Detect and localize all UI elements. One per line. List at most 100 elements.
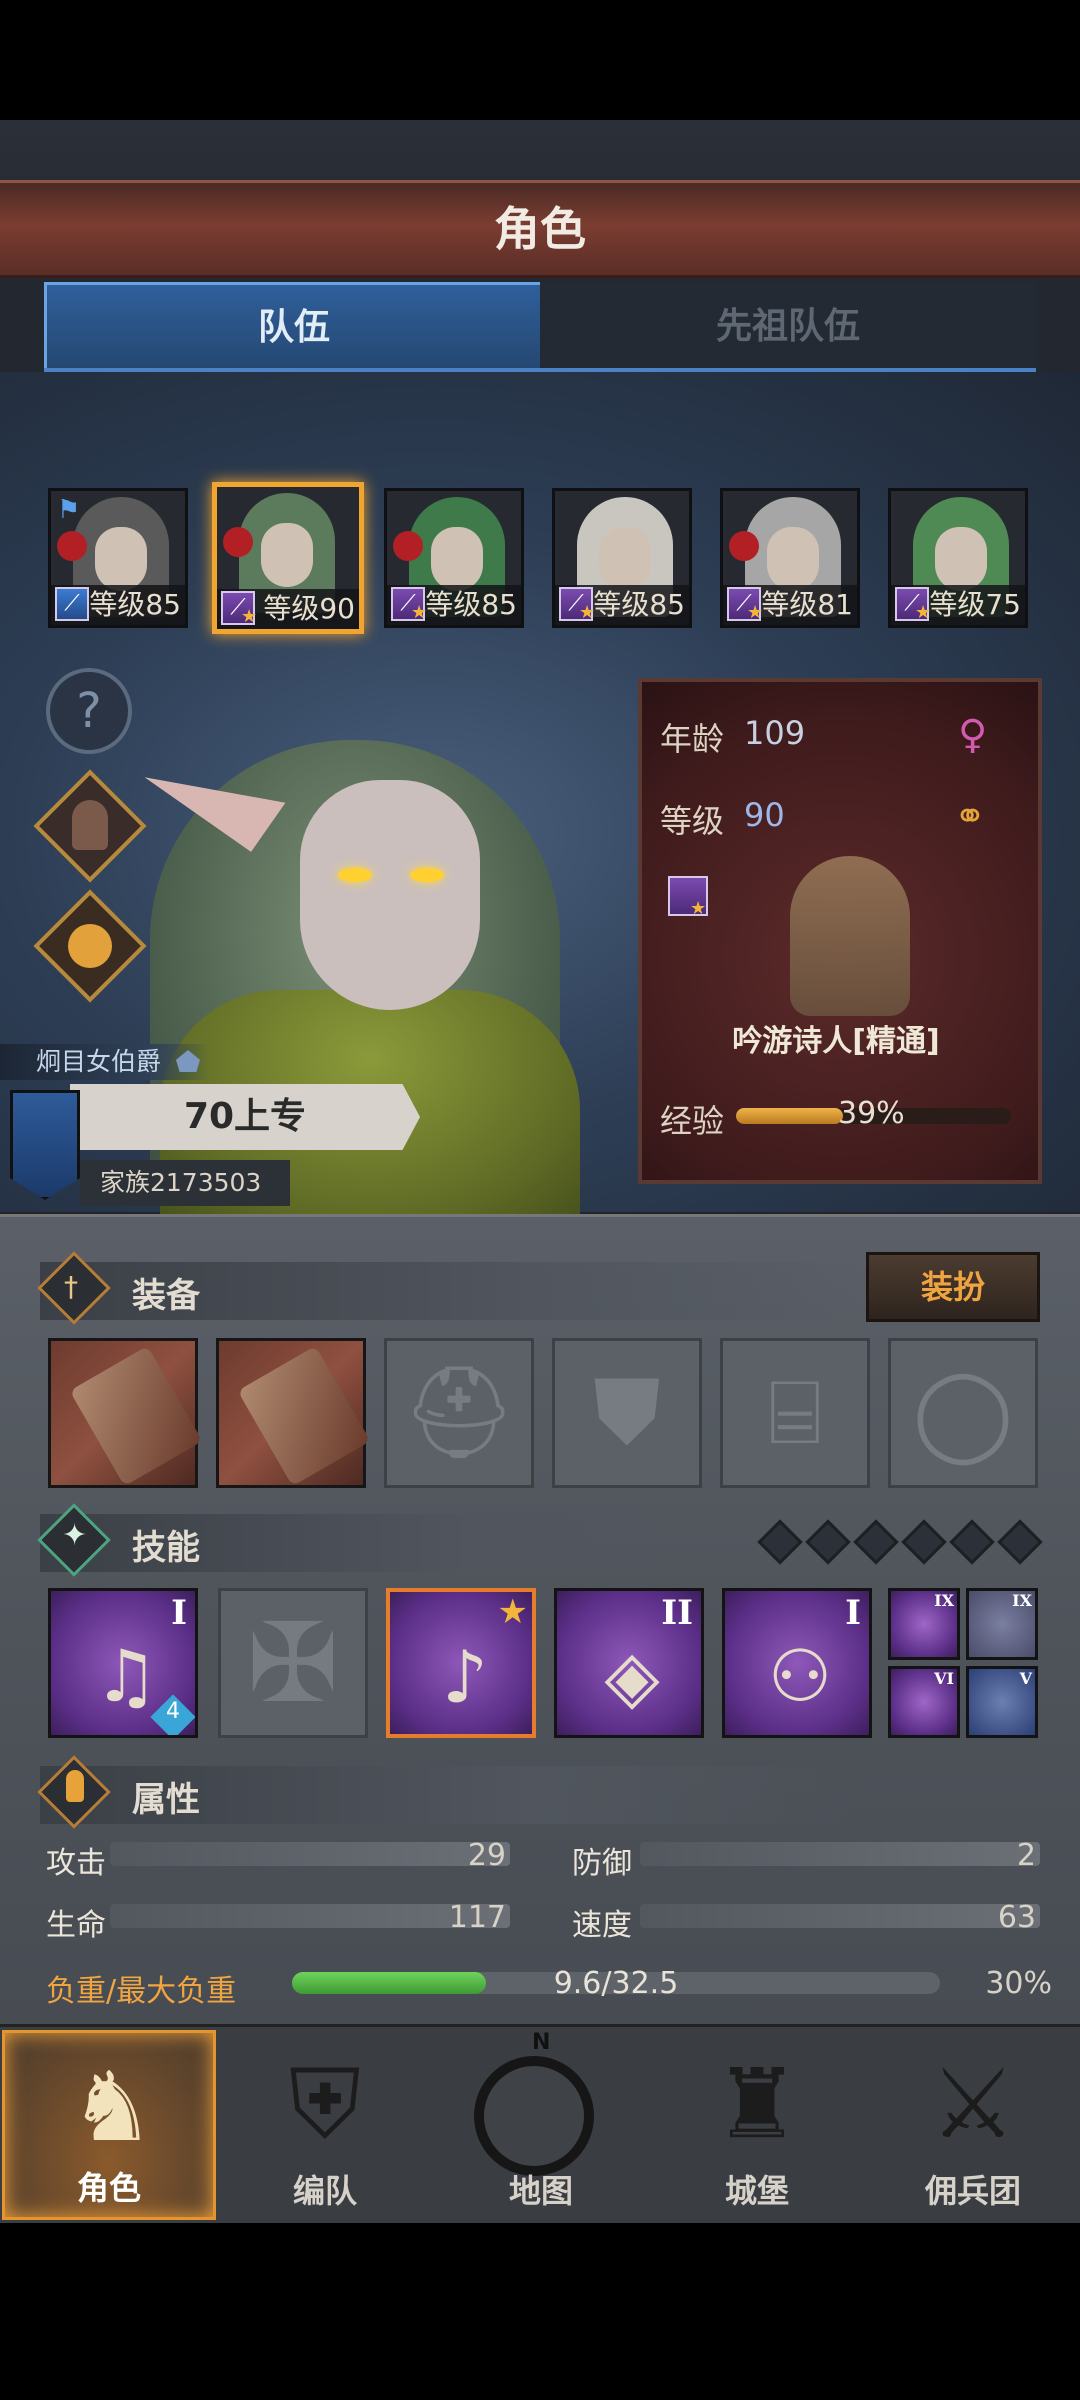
rings-icon[interactable]: ⚭ (954, 794, 986, 838)
class-icon: ⟋ (55, 587, 89, 621)
compass-north: N (532, 2030, 551, 2055)
attack-label: 攻击 (46, 1846, 106, 1881)
crystal-music-icon: ♪ (442, 1635, 488, 1719)
passive-skill-3[interactable]: VI (888, 1666, 960, 1738)
tab-ancestor-team-label: 先祖队伍 (715, 306, 860, 347)
sword-glyph: † (64, 1270, 78, 1303)
roster-portrait[interactable]: 等级85 ⟋ ★ (384, 488, 524, 628)
nav-label: 城堡 (724, 2172, 789, 2210)
attack-value: 29 (467, 1838, 506, 1873)
character-face (300, 780, 480, 1010)
status-icon (223, 527, 253, 557)
level-value: 90 (744, 796, 785, 834)
status-icon (57, 531, 87, 561)
passive-skill-1[interactable]: IX (888, 1588, 960, 1660)
skill-slot-empty[interactable]: ✠ (218, 1588, 368, 1738)
skill-rank: I (171, 1593, 187, 1633)
family-text: 家族2173503 (100, 1168, 262, 1197)
passive-skill-4[interactable]: V (966, 1666, 1038, 1738)
nav-character[interactable]: ♞ 角色 (2, 2030, 216, 2220)
attributes-glyph (66, 1770, 84, 1802)
skill-slot-3[interactable]: ♪ ★ (386, 1588, 536, 1738)
exp-label: 经验 (660, 1102, 725, 1140)
skill-star-glyph: ✦ (62, 1518, 88, 1553)
exp-bar-fill (736, 1108, 844, 1124)
page-title: 角色 (494, 202, 586, 256)
skill-slot-1[interactable]: I ♫ 4 (48, 1588, 198, 1738)
equipment-slot-boots[interactable]: ⌸ (720, 1338, 870, 1488)
rank-text: 70上专 (183, 1096, 307, 1137)
tab-team-label: 队伍 (257, 307, 330, 348)
equipment-slot-weapon-1[interactable] (48, 1338, 198, 1488)
skill-slot-5[interactable]: I ⚇ (722, 1588, 872, 1738)
portrait-face (599, 527, 651, 591)
star-icon: ★ (747, 602, 764, 623)
nav-label: 佣兵团 (924, 2172, 1021, 2210)
passive-rank: IX (1012, 1591, 1032, 1610)
status-icon (729, 531, 759, 561)
nav-mercenaries[interactable]: ⚔ 佣兵团 (866, 2030, 1080, 2220)
character-eye-left (338, 868, 372, 882)
star-icon: ★ (241, 606, 258, 627)
potion-shape (68, 924, 112, 968)
class-figure-image (790, 856, 910, 1016)
helmet-icon: ⛨ (289, 2048, 361, 2160)
exp-percent: 39% (838, 1096, 905, 1131)
skill-slot-4[interactable]: II ◈ (554, 1588, 704, 1738)
nav-map[interactable]: N 地图 (434, 2030, 648, 2220)
roster-portrait[interactable]: ⚑ 等级85 ⟋ (48, 488, 188, 628)
tab-team[interactable]: 队伍 (44, 282, 544, 375)
character-silhouette-icon[interactable] (33, 769, 147, 883)
crystal-icon: ◈ (604, 1634, 660, 1718)
passive-rank: IX (934, 1591, 954, 1610)
title-bar: 角色 (0, 180, 1080, 278)
level-label: 等级 (660, 802, 725, 840)
compass-icon (474, 2056, 594, 2176)
load-label: 负重/最大负重 (46, 1974, 237, 2009)
skill-rank: II (661, 1593, 693, 1633)
flag-icon: ⚑ (57, 495, 81, 525)
portrait-face (935, 527, 987, 591)
dress-up-button[interactable]: 装扮 (866, 1252, 1040, 1322)
speed-value: 63 (997, 1900, 1036, 1935)
family-plate: 家族2173503 (80, 1160, 290, 1206)
portrait-face (261, 523, 313, 587)
defense-label: 防御 (572, 1846, 632, 1881)
nav-formation[interactable]: ⛨ 编队 (218, 2030, 432, 2220)
silhouette-shape (72, 800, 108, 850)
roster-portrait[interactable]: 等级75 ⟋ ★ (888, 488, 1028, 628)
family-banner-icon[interactable] (10, 1090, 80, 1200)
defense-value: 2 (1016, 1838, 1036, 1873)
help-icon[interactable]: ? (46, 668, 132, 754)
roster-portrait[interactable]: 等级90 ⟋ ★ (212, 482, 364, 634)
class-star-icon: ★ (690, 898, 707, 919)
female-icon: ♀ (958, 712, 988, 758)
nav-label: 地图 (508, 2172, 573, 2210)
mercenary-icon: ⚔ (929, 2048, 1017, 2160)
portrait-face (431, 527, 483, 591)
equipment-slot-weapon-2[interactable] (216, 1338, 366, 1488)
passive-rank: VI (934, 1669, 954, 1688)
roster-portrait[interactable]: 等级81 ⟋ ★ (720, 488, 860, 628)
skill-star-icon: ★ (497, 1592, 528, 1632)
status-icon (393, 531, 423, 561)
star-icon: ★ (579, 602, 596, 623)
skills-label: 技能 (132, 1528, 200, 1568)
equipment-slot-ring[interactable]: ◯ (888, 1338, 1038, 1488)
potion-icon[interactable] (33, 889, 147, 1003)
passive-skill-2[interactable]: IX (966, 1588, 1038, 1660)
equipment-slot-armor[interactable]: ⛊ (552, 1338, 702, 1488)
hp-value: 117 (448, 1900, 506, 1935)
knight-icon: ♞ (68, 2051, 156, 2163)
star-icon: ★ (411, 602, 428, 623)
rank-plate: 70上专 (70, 1084, 420, 1150)
roster-portrait[interactable]: 等级85 ⟋ ★ (552, 488, 692, 628)
load-value: 9.6/32.5 (553, 1966, 679, 2001)
nav-label: 角色 (76, 2169, 141, 2207)
tab-ancestor-team[interactable]: 先祖队伍 (540, 282, 1036, 372)
star-icon: ★ (915, 602, 932, 623)
allies-icon: ⚇ (767, 1634, 833, 1718)
nav-castle[interactable]: ♜ 城堡 (650, 2030, 864, 2220)
equipment-slot-helmet[interactable]: ⛑ (384, 1338, 534, 1488)
age-value: 109 (744, 714, 806, 752)
